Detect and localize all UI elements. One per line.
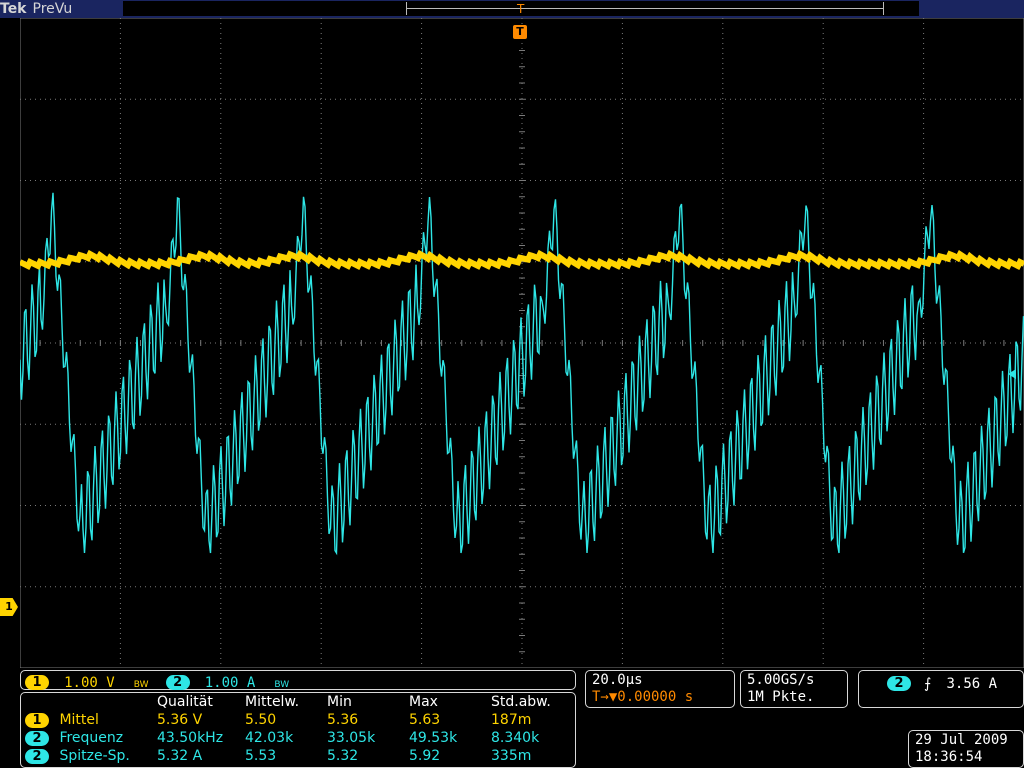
- acquisition-mode: PreVu: [32, 1, 73, 17]
- measurement-row[interactable]: 1 Mittel 5.36 V 5.50 5.36 5.63 187m: [25, 711, 571, 729]
- ch1-bw-limit-icon: BW: [133, 680, 149, 690]
- time-per-division[interactable]: 20.0µs: [592, 672, 643, 688]
- top-bar: Tek PreVu T: [0, 0, 1024, 18]
- datetime-panel: 29 Jul 2009 18:36:54: [908, 730, 1024, 768]
- trigger-level[interactable]: 3.56 A: [946, 676, 997, 692]
- measurement-panel[interactable]: Qualität Mittelw. Min Max Std.abw. 1 Mit…: [20, 692, 576, 768]
- measurement-name: Mittel: [59, 712, 99, 728]
- ch2-badge[interactable]: 2: [165, 675, 190, 690]
- trigger-position-marker[interactable]: T: [513, 25, 527, 39]
- header-mean: Mittelw.: [245, 694, 300, 710]
- record-trigger-cursor-icon: T: [517, 2, 525, 16]
- brand-name: Tek: [0, 1, 27, 17]
- trigger-source-badge[interactable]: 2: [887, 676, 911, 691]
- measurement-row[interactable]: 2 Spitze-Sp. 5.32 A 5.53 5.32 5.92 335m: [25, 747, 571, 765]
- sample-rate[interactable]: 5.00GS/s: [747, 672, 814, 688]
- brand-label: Tek PreVu: [0, 0, 72, 18]
- measurement-value: 5.36 V: [157, 712, 203, 728]
- measurement-channel-badge: 1: [25, 712, 49, 728]
- measurement-mean: 5.53: [245, 748, 277, 764]
- ch1-ground-marker[interactable]: 1: [0, 598, 18, 616]
- measurement-channel-badge: 2: [25, 748, 49, 764]
- acquisition-panel[interactable]: 5.00GS/s 1M Pkte.: [740, 670, 848, 708]
- measurement-mean: 5.50: [245, 712, 277, 728]
- ch2-bw-limit-icon: BW: [274, 680, 290, 690]
- measurement-table: Qualität Mittelw. Min Max Std.abw. 1 Mit…: [25, 693, 571, 765]
- header-min: Min: [327, 694, 352, 710]
- record-view-window[interactable]: [406, 2, 884, 15]
- header-value: Qualität: [157, 694, 213, 710]
- record-length[interactable]: 1M Pkte.: [747, 689, 814, 705]
- trigger-panel[interactable]: 2 ⨍ 3.56 A: [858, 670, 1024, 708]
- measurement-max: 49.53k: [409, 730, 458, 746]
- time: 18:36:54: [915, 749, 983, 765]
- trigger-position-readout[interactable]: T→▼0.00000 s: [592, 689, 693, 705]
- trigger-level-arrow-icon[interactable]: [1008, 369, 1016, 379]
- ch1-badge[interactable]: 1: [25, 675, 49, 690]
- measurement-header-row: Qualität Mittelw. Min Max Std.abw.: [25, 693, 571, 711]
- measurement-row[interactable]: 2 Frequenz 43.50kHz 42.03k 33.05k 49.53k…: [25, 729, 571, 747]
- ch2-waveform: [20, 192, 1024, 556]
- date: 29 Jul 2009: [915, 732, 1008, 748]
- measurement-min: 5.36: [327, 712, 359, 728]
- ch2-scale[interactable]: 1.00 A: [205, 675, 256, 691]
- measurement-value: 5.32 A: [157, 748, 203, 764]
- measurement-name: Spitze-Sp.: [59, 748, 130, 764]
- measurement-min: 5.32: [327, 748, 359, 764]
- measurement-std: 187m: [491, 712, 532, 728]
- rising-edge-icon: ⨍: [924, 676, 932, 692]
- measurement-max: 5.92: [409, 748, 441, 764]
- ch1-scale[interactable]: 1.00 V: [64, 675, 115, 691]
- header-std: Std.abw.: [491, 694, 551, 710]
- channel-settings-panel[interactable]: 1 1.00 V BW 2 1.00 A BW: [20, 670, 576, 691]
- timebase-panel[interactable]: 20.0µs T→▼0.00000 s: [585, 670, 735, 708]
- measurement-std: 8.340k: [491, 730, 540, 746]
- measurement-value: 43.50kHz: [157, 730, 224, 746]
- header-max: Max: [409, 694, 438, 710]
- waveform-display[interactable]: [20, 18, 1024, 668]
- measurement-name: Frequenz: [59, 730, 124, 746]
- measurement-min: 33.05k: [327, 730, 376, 746]
- measurement-mean: 42.03k: [245, 730, 294, 746]
- waveform-traces: [20, 192, 1024, 556]
- measurement-channel-badge: 2: [25, 730, 49, 746]
- measurement-max: 5.63: [409, 712, 441, 728]
- measurement-std: 335m: [491, 748, 532, 764]
